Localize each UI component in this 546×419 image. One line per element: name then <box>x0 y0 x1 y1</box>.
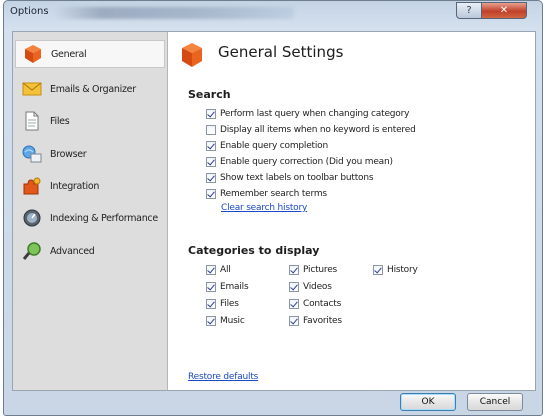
sidebar: General Emails & Organizer Files Browser… <box>12 31 168 391</box>
puzzle-icon <box>21 175 43 197</box>
category-files-checkbox[interactable]: Files <box>206 299 239 309</box>
query-completion-checkbox[interactable]: Enable query completion <box>206 141 328 151</box>
checkbox-label: Music <box>220 316 245 326</box>
checkbox-label: Videos <box>303 282 332 292</box>
category-emails-checkbox[interactable]: Emails <box>206 282 249 292</box>
category-videos-checkbox[interactable]: Videos <box>289 282 332 292</box>
checkbox-box[interactable] <box>206 282 216 292</box>
sidebar-item-emails-organizer[interactable]: Emails & Organizer <box>15 75 165 103</box>
category-history-checkbox[interactable]: History <box>373 265 418 275</box>
cancel-button-label: Cancel <box>479 397 511 407</box>
ok-button-label: OK <box>421 397 435 407</box>
page-title: General Settings <box>218 43 344 61</box>
sidebar-item-browser[interactable]: Browser <box>15 140 165 168</box>
checkbox-label: Enable query completion <box>220 141 328 151</box>
options-window: Options ? ✕ General Emails & Organizer F… <box>3 0 543 416</box>
cancel-button[interactable]: Cancel <box>467 393 523 411</box>
sidebar-item-advanced[interactable]: Advanced <box>15 237 165 265</box>
checkbox-label: Show text labels on toolbar buttons <box>220 173 374 183</box>
checkbox-box[interactable] <box>206 173 216 183</box>
sidebar-item-label: Browser <box>50 148 87 160</box>
checkbox-box[interactable] <box>289 265 299 275</box>
sidebar-item-label: Advanced <box>50 245 95 257</box>
sidebar-item-files[interactable]: Files <box>15 107 165 135</box>
envelope-icon <box>21 78 43 100</box>
title-bar[interactable]: Options ? ✕ <box>4 1 542 27</box>
ok-button[interactable]: OK <box>400 393 456 411</box>
checkbox-box[interactable] <box>206 299 216 309</box>
settings-panel: General Settings Search Perform last que… <box>168 31 536 391</box>
checkbox-box[interactable] <box>289 282 299 292</box>
close-button[interactable]: ✕ <box>481 2 527 19</box>
document-icon <box>21 110 43 132</box>
checkbox-label: Remember search terms <box>220 189 327 199</box>
gauge-icon <box>21 207 43 229</box>
category-all-checkbox[interactable]: All <box>206 265 231 275</box>
checkbox-box[interactable] <box>206 189 216 199</box>
sidebar-item-integration[interactable]: Integration <box>15 172 165 200</box>
query-correction-checkbox[interactable]: Enable query correction (Did you mean) <box>206 157 393 167</box>
clear-search-history-link[interactable]: Clear search history <box>221 203 307 213</box>
sidebar-item-label: Indexing & Performance <box>50 212 158 224</box>
checkbox-label: Display all items when no keyword is ent… <box>220 125 416 135</box>
sidebar-item-label: Emails & Organizer <box>50 83 136 95</box>
checkbox-box[interactable] <box>289 316 299 326</box>
categories-section-heading: Categories to display <box>188 244 320 257</box>
search-section-heading: Search <box>188 88 231 101</box>
checkbox-label: Files <box>220 299 239 309</box>
category-favorites-checkbox[interactable]: Favorites <box>289 316 342 326</box>
display-all-items-checkbox[interactable]: Display all items when no keyword is ent… <box>206 125 416 135</box>
help-icon: ? <box>466 5 472 16</box>
sidebar-item-label: Files <box>50 115 70 127</box>
sidebar-item-label: General <box>51 48 87 60</box>
category-pictures-checkbox[interactable]: Pictures <box>289 265 337 275</box>
checkbox-label: Contacts <box>303 299 342 309</box>
sidebar-item-indexing-performance[interactable]: Indexing & Performance <box>15 204 165 232</box>
checkbox-label: Pictures <box>303 265 338 275</box>
checkbox-box[interactable] <box>206 141 216 151</box>
checkbox-label: All <box>220 265 231 275</box>
checkbox-box[interactable] <box>206 265 216 275</box>
checkbox-box[interactable] <box>373 265 383 275</box>
checkbox-box[interactable] <box>206 157 216 167</box>
toolbar-text-labels-checkbox[interactable]: Show text labels on toolbar buttons <box>206 173 374 183</box>
sidebar-item-general[interactable]: General <box>15 40 165 68</box>
checkbox-box[interactable] <box>206 316 216 326</box>
sidebar-item-label: Integration <box>50 180 100 192</box>
help-button[interactable]: ? <box>456 2 482 19</box>
checkbox-box[interactable] <box>206 125 216 135</box>
checkbox-label: Perform last query when changing categor… <box>220 109 410 119</box>
perform-last-query-checkbox[interactable]: Perform last query when changing categor… <box>206 109 409 119</box>
checkbox-box[interactable] <box>289 299 299 309</box>
checkbox-label: Emails <box>220 282 249 292</box>
restore-defaults-link[interactable]: Restore defaults <box>188 372 258 382</box>
checkbox-box[interactable] <box>206 109 216 119</box>
remember-search-terms-checkbox[interactable]: Remember search terms <box>206 189 327 199</box>
general-cube-icon <box>22 43 44 65</box>
window-title: Options <box>10 6 49 17</box>
category-music-checkbox[interactable]: Music <box>206 316 245 326</box>
category-contacts-checkbox[interactable]: Contacts <box>289 299 341 309</box>
blurred-title-text <box>54 7 294 19</box>
general-cube-icon <box>180 42 204 68</box>
checkbox-label: Favorites <box>303 316 342 326</box>
magnifier-icon <box>21 240 43 262</box>
close-icon: ✕ <box>499 5 509 16</box>
checkbox-label: Enable query correction (Did you mean) <box>220 157 393 167</box>
browser-icon <box>21 143 43 165</box>
checkbox-label: History <box>387 265 418 275</box>
